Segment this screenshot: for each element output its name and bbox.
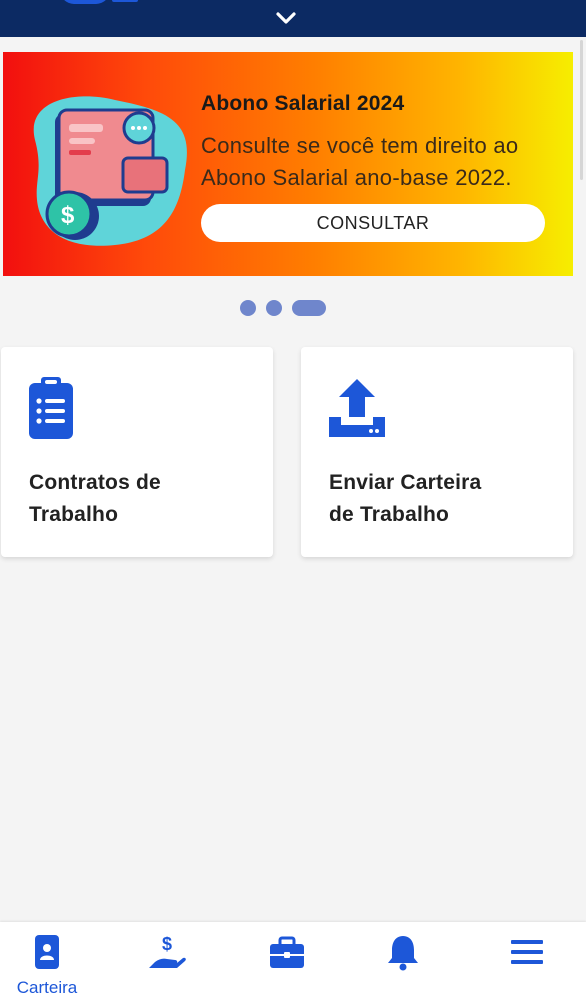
enviar-carteira-card[interactable]: Enviar Carteira de Trabalho — [301, 347, 573, 557]
scrollbar[interactable] — [580, 40, 583, 180]
card-label-line2: de Trabalho — [329, 503, 450, 526]
banner-title: Abono Salarial 2024 — [201, 92, 405, 115]
nav-item-carteira[interactable]: Carteira — [7, 932, 87, 1006]
nav-item-beneficios[interactable]: $ — [127, 932, 207, 1006]
carousel-indicator — [240, 299, 326, 317]
app-logo-mark — [112, 0, 138, 2]
card-label-line1: Enviar Carteira — [329, 471, 482, 494]
app-logo — [60, 0, 110, 4]
bottom-navigation: Carteira $ — [0, 922, 586, 1006]
promo-banner[interactable]: $ Abono Salarial 2024 Consulte se você t… — [3, 52, 573, 276]
top-app-bar — [0, 0, 586, 37]
svg-text:$: $ — [162, 934, 172, 954]
card-label-line1: Contratos de — [29, 471, 161, 494]
nav-item-notificacoes[interactable] — [363, 932, 443, 1006]
banner-subtitle: Consulte se você tem direito ao Abono Sa… — [201, 133, 519, 190]
svg-text:$: $ — [61, 202, 75, 229]
card-label: Enviar Carteira de Trabalho — [329, 467, 559, 531]
card-label: Contratos de Trabalho — [29, 467, 259, 531]
clipboard-list-icon — [29, 377, 73, 439]
hand-dollar-icon: $ — [149, 934, 186, 968]
card-label-line2: Trabalho — [29, 503, 119, 526]
carousel-dot[interactable] — [240, 300, 256, 316]
carousel-dot-active[interactable] — [292, 300, 326, 316]
menu-icon — [511, 940, 543, 964]
bell-icon — [388, 936, 418, 971]
id-card-icon — [35, 935, 59, 969]
chevron-down-icon[interactable] — [274, 6, 298, 30]
nav-item-vagas[interactable] — [247, 932, 327, 1006]
consultar-button[interactable]: CONSULTAR — [201, 204, 545, 242]
upload-tray-icon — [329, 379, 385, 437]
wallet-with-coin-icon: $ — [33, 96, 187, 246]
contratos-de-trabalho-card[interactable]: Contratos de Trabalho — [1, 347, 273, 557]
briefcase-icon — [270, 936, 304, 968]
nav-label-carteira: Carteira — [16, 978, 78, 997]
nav-item-menu[interactable] — [487, 932, 567, 1006]
carousel-dot[interactable] — [266, 300, 282, 316]
